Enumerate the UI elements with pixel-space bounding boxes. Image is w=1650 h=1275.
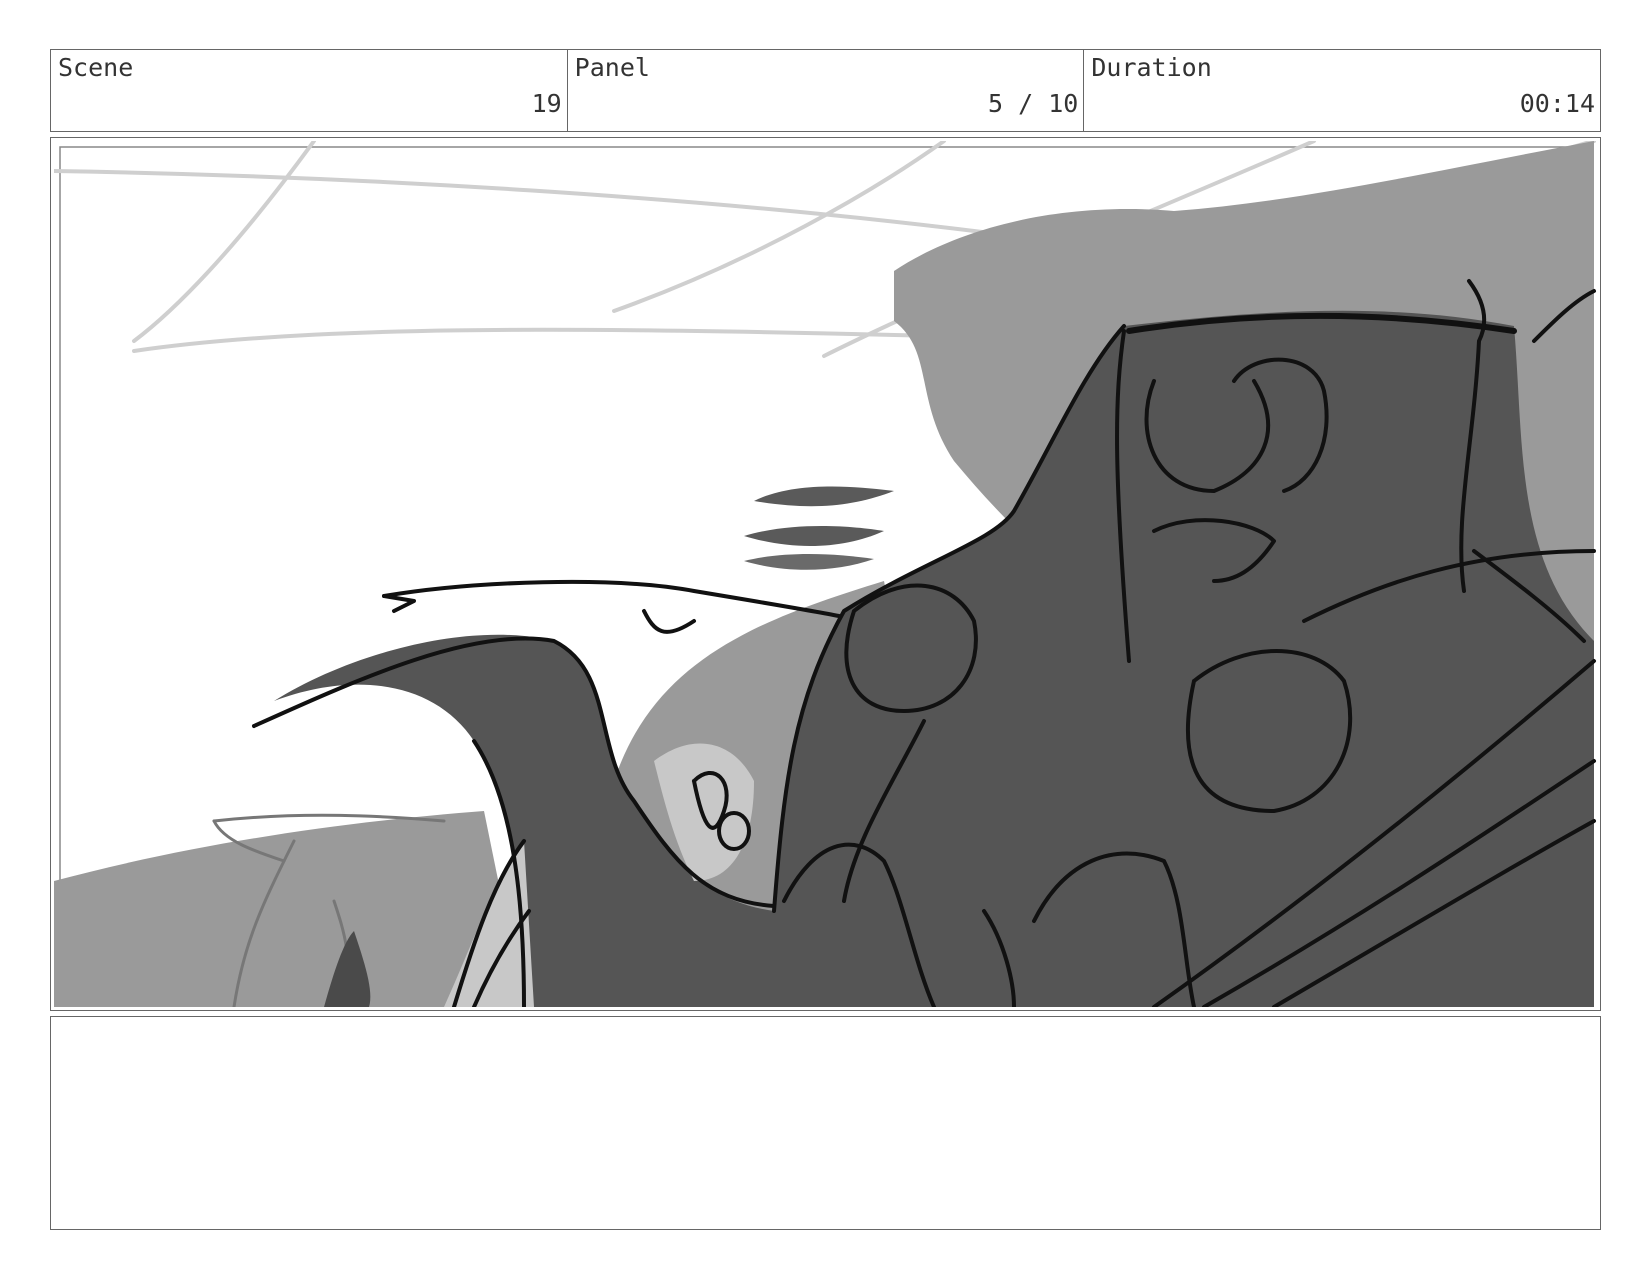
- storyboard-sketch-image: [54, 141, 1597, 1007]
- duration-cell: Duration 00:14: [1084, 50, 1600, 131]
- panel-label: Panel: [574, 53, 650, 82]
- panel-info-header: Scene 19 Panel 5 / 10 Duration 00:14: [50, 49, 1601, 132]
- scene-label: Scene: [58, 53, 134, 82]
- storyboard-panel-frame: [50, 137, 1601, 1011]
- scene-cell: Scene 19: [51, 50, 568, 131]
- duration-label: Duration: [1091, 53, 1212, 82]
- panel-cell: Panel 5 / 10: [568, 50, 1085, 131]
- panel-notes-area[interactable]: [50, 1016, 1601, 1230]
- scene-number: 19: [531, 89, 562, 118]
- duration-value: 00:14: [1519, 89, 1596, 118]
- panel-number: 5 / 10: [988, 89, 1079, 118]
